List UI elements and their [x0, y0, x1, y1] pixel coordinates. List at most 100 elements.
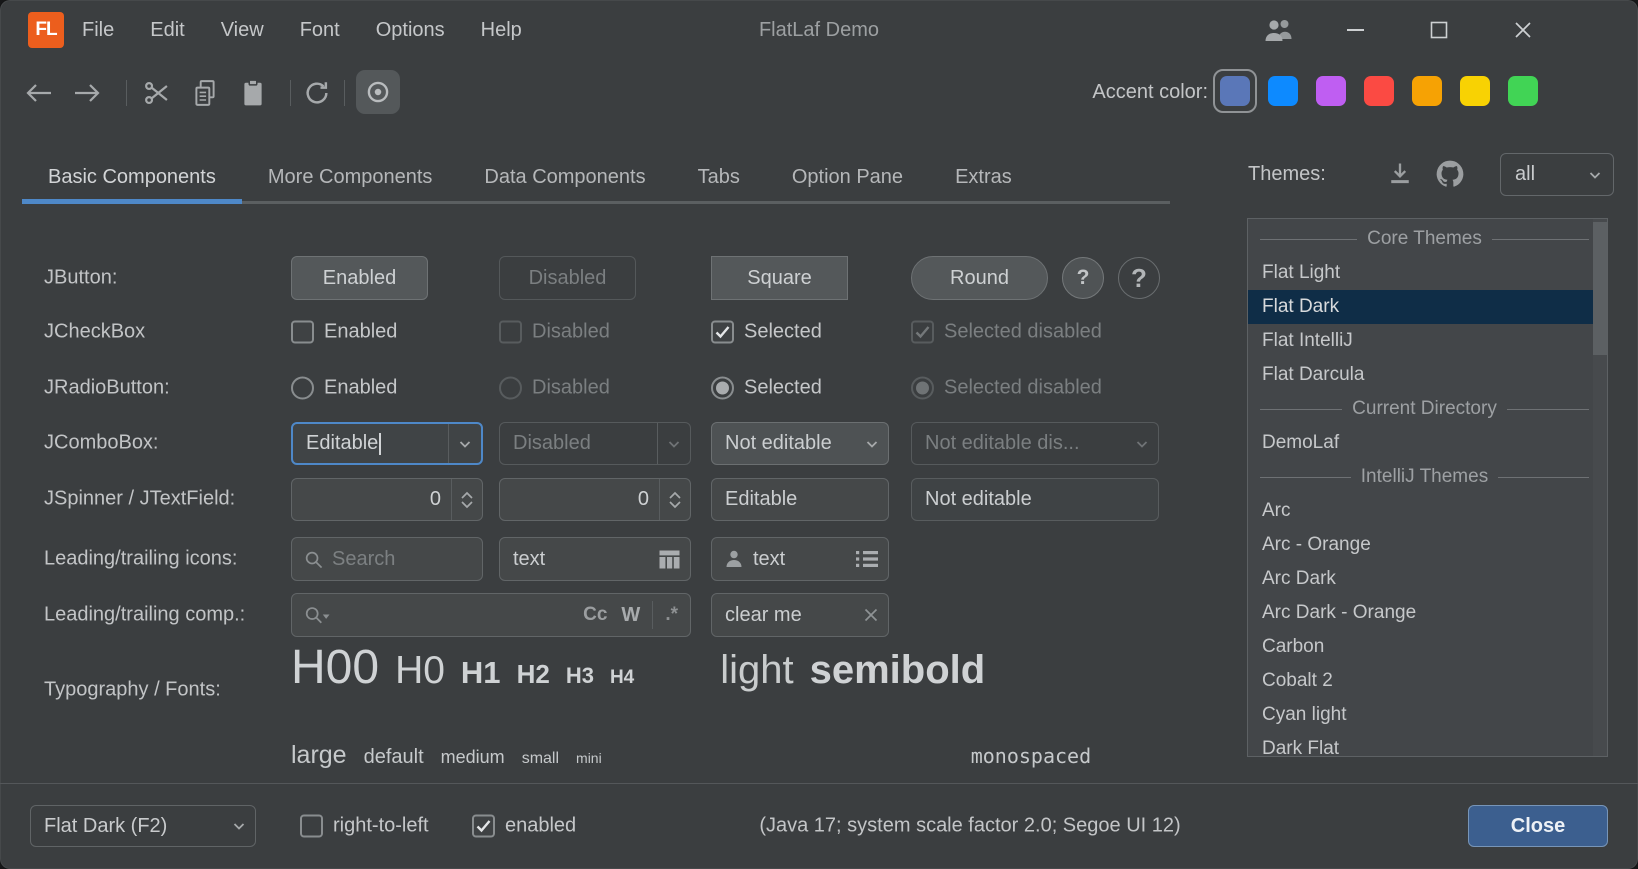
match-case-button[interactable]: Cc: [583, 604, 607, 626]
accent-swatch-green[interactable]: [1508, 76, 1538, 106]
text-field-table-icon[interactable]: text: [499, 537, 691, 581]
theme-item[interactable]: Dark Flat: [1248, 732, 1607, 757]
maximize-button[interactable]: [1422, 14, 1456, 46]
leading-trailing-icons-row-label: Leading/trailing icons:: [44, 548, 237, 571]
minimize-button[interactable]: [1338, 14, 1372, 46]
not-editable-combobox[interactable]: Not editable: [711, 422, 889, 465]
menu-font[interactable]: Font: [300, 19, 340, 42]
radio-selected[interactable]: Selected: [711, 377, 822, 400]
accent-swatch-orange[interactable]: [1412, 76, 1442, 106]
theme-item[interactable]: Arc - Orange: [1248, 528, 1607, 562]
menu-view[interactable]: View: [221, 19, 264, 42]
close-button[interactable]: Close: [1468, 805, 1608, 847]
checkbox-enabled[interactable]: Enabled: [291, 321, 397, 344]
radio-circle: [911, 377, 934, 400]
refresh-button[interactable]: [302, 78, 332, 108]
search-dropdown-icon[interactable]: [304, 605, 330, 625]
toolbar-separator: [290, 80, 291, 106]
tab-data-components[interactable]: Data Components: [458, 150, 671, 204]
menu-edit[interactable]: Edit: [150, 19, 184, 42]
text-field-person-icon[interactable]: text: [711, 537, 889, 581]
search-field[interactable]: Search: [291, 537, 483, 581]
tab-bar: Basic Components More Components Data Co…: [22, 150, 1038, 204]
whole-words-button[interactable]: W: [621, 604, 640, 627]
themes-filter-combobox[interactable]: all: [1500, 153, 1614, 196]
spinner-buttons[interactable]: [659, 479, 690, 520]
check-icon: [715, 326, 730, 339]
small-sample: small: [522, 750, 559, 768]
accent-swatch-red[interactable]: [1364, 76, 1394, 106]
clearable-field[interactable]: clear me: [711, 593, 889, 637]
tab-option-pane[interactable]: Option Pane: [766, 150, 929, 204]
mini-sample: mini: [576, 750, 602, 766]
square-button[interactable]: Square: [711, 256, 848, 300]
theme-item[interactable]: Arc: [1248, 494, 1607, 528]
jradiobutton-row-label: JRadioButton:: [44, 377, 170, 400]
users-button[interactable]: [1262, 14, 1296, 46]
theme-item[interactable]: DemoLaf: [1248, 426, 1607, 460]
theme-item[interactable]: Cyan light: [1248, 698, 1607, 732]
text-caret: [379, 433, 381, 455]
cut-button[interactable]: [142, 78, 172, 108]
accent-swatch-purple[interactable]: [1316, 76, 1346, 106]
rtl-checkbox[interactable]: right-to-left: [300, 815, 429, 838]
themes-separator: Core Themes: [1248, 222, 1607, 256]
accent-swatch-blue[interactable]: [1268, 76, 1298, 106]
editable-combobox[interactable]: Editable: [291, 422, 483, 465]
theme-item[interactable]: Arc Dark: [1248, 562, 1607, 596]
list-icon[interactable]: [856, 550, 878, 568]
bottom-separator: [0, 783, 1638, 784]
theme-item[interactable]: Arc Dark - Orange: [1248, 596, 1607, 630]
download-themes-button[interactable]: [1386, 160, 1414, 188]
radio-enabled[interactable]: Enabled: [291, 377, 397, 400]
tab-basic-components[interactable]: Basic Components: [22, 150, 242, 204]
chevron-down-icon[interactable]: [448, 424, 481, 463]
paste-button[interactable]: [238, 78, 268, 108]
editable-textfield[interactable]: Editable: [711, 478, 889, 521]
tab-more-components[interactable]: More Components: [242, 150, 459, 204]
spinner-buttons[interactable]: [451, 479, 482, 520]
checkbox-selected[interactable]: Selected: [711, 321, 822, 344]
eye-icon: [365, 79, 391, 105]
theme-item-selected[interactable]: Flat Dark: [1248, 290, 1607, 324]
tab-tabs[interactable]: Tabs: [672, 150, 766, 204]
enabled-checkbox[interactable]: enabled: [472, 815, 576, 838]
search-with-options-field[interactable]: Cc W .*: [291, 593, 691, 637]
copy-button[interactable]: [190, 78, 220, 108]
round-button[interactable]: Round: [911, 256, 1048, 300]
accent-swatch-default-blue[interactable]: [1220, 76, 1250, 106]
menubar: File Edit View Font Options Help: [82, 0, 522, 60]
checkbox-selected-disabled: Selected disabled: [911, 321, 1102, 344]
enabled-button[interactable]: Enabled: [291, 256, 428, 300]
close-window-button[interactable]: [1506, 14, 1540, 46]
theme-item[interactable]: Flat Light: [1248, 256, 1607, 290]
menu-file[interactable]: File: [82, 19, 114, 42]
clear-icon[interactable]: [864, 608, 878, 622]
spinner-2[interactable]: 0: [499, 478, 691, 521]
menu-help[interactable]: Help: [481, 19, 522, 42]
theme-item[interactable]: Flat IntelliJ: [1248, 324, 1607, 358]
users-icon: [1263, 17, 1295, 43]
themes-scrollbar-thumb[interactable]: [1593, 222, 1607, 355]
theme-item[interactable]: Carbon: [1248, 630, 1607, 664]
chevron-down-icon: [1125, 423, 1158, 464]
app-logo: FL: [28, 12, 64, 48]
accent-swatch-yellow[interactable]: [1460, 76, 1490, 106]
disabled-button: Disabled: [499, 256, 636, 300]
help-button-2[interactable]: ?: [1118, 257, 1160, 299]
forward-button[interactable]: [72, 78, 102, 108]
inspect-toggle-button[interactable]: [356, 70, 400, 114]
theme-item[interactable]: Flat Darcula: [1248, 358, 1607, 392]
laf-combobox[interactable]: Flat Dark (F2): [30, 805, 256, 847]
table-icon[interactable]: [659, 550, 680, 569]
back-button[interactable]: [24, 78, 54, 108]
menu-options[interactable]: Options: [376, 19, 445, 42]
spinner-1[interactable]: 0: [291, 478, 483, 521]
tab-extras[interactable]: Extras: [929, 150, 1038, 204]
regex-button[interactable]: .*: [665, 604, 678, 626]
jcombobox-row-label: JComboBox:: [44, 432, 159, 455]
theme-item[interactable]: Cobalt 2: [1248, 664, 1607, 698]
help-button[interactable]: ?: [1062, 257, 1104, 299]
github-icon[interactable]: [1434, 158, 1466, 190]
chevron-down-icon: [668, 500, 682, 509]
